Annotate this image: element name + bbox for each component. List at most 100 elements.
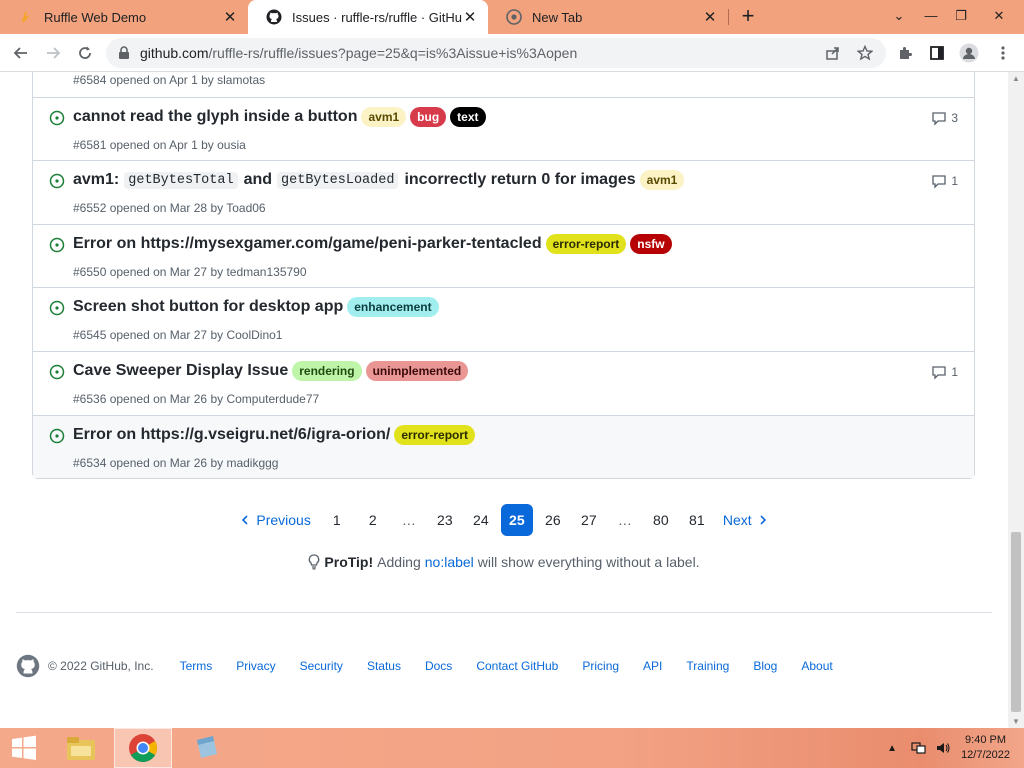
restore-button[interactable]: ❐ bbox=[946, 2, 976, 30]
chrome-menu-icon[interactable] bbox=[990, 40, 1016, 66]
new-tab-button[interactable]: + bbox=[736, 4, 760, 30]
close-window-button[interactable]: ✕ bbox=[984, 2, 1014, 30]
issue-label[interactable]: error-report bbox=[545, 233, 627, 254]
footer-link-pricing[interactable]: Pricing bbox=[582, 659, 619, 673]
issue-open-icon bbox=[49, 110, 65, 125]
volume-icon[interactable] bbox=[935, 741, 951, 755]
issue-row[interactable]: #6584 opened on Apr 1 by slamotas bbox=[33, 72, 974, 97]
issue-row[interactable]: avm1: getBytesTotal and getBytesLoaded incor… bbox=[33, 160, 974, 224]
issue-comments-link[interactable]: 3 bbox=[931, 110, 958, 126]
page-link[interactable]: 24 bbox=[465, 504, 497, 536]
page-link[interactable]: 27 bbox=[573, 504, 605, 536]
address-bar[interactable]: github.com/ruffle-rs/ruffle/issues?page=… bbox=[106, 38, 886, 68]
share-icon[interactable] bbox=[820, 40, 846, 66]
tab-new-tab[interactable]: New Tab ✕ bbox=[488, 0, 728, 34]
issue-label[interactable]: avm1 bbox=[361, 106, 407, 127]
issue-label[interactable]: enhancement bbox=[347, 297, 439, 318]
minimize-button[interactable]: — bbox=[916, 2, 946, 30]
footer-link-contact-github[interactable]: Contact GitHub bbox=[476, 659, 558, 673]
issue-title[interactable]: Cave Sweeper Display Issue rendering unimp… bbox=[73, 360, 469, 381]
close-tab-icon[interactable]: ✕ bbox=[702, 8, 718, 26]
issue-row[interactable]: Error on https://g.vseigru.net/6/igra-or… bbox=[33, 414, 974, 479]
issue-row[interactable]: Error on https://mysexgamer.com/game/pen… bbox=[33, 223, 974, 288]
close-tab-icon[interactable]: ✕ bbox=[222, 8, 238, 26]
footer-link-training[interactable]: Training bbox=[686, 659, 729, 673]
show-hidden-icons-icon[interactable]: ▲ bbox=[887, 743, 897, 754]
footer-link-security[interactable]: Security bbox=[300, 659, 343, 673]
issue-title-code: getBytesLoaded bbox=[277, 171, 399, 189]
issue-title[interactable]: avm1: getBytesTotal and getBytesLoaded incor… bbox=[73, 170, 685, 191]
previous-page-link[interactable]: Previous bbox=[234, 504, 316, 536]
extensions-icon[interactable] bbox=[892, 40, 918, 66]
issue-label[interactable]: error-report bbox=[394, 424, 476, 445]
footer-link-status[interactable]: Status bbox=[367, 659, 401, 673]
issue-title[interactable]: cannot read the glyph inside a button avm… bbox=[73, 106, 486, 127]
issue-meta: #6552 opened on Mar 28 by Toad06 bbox=[73, 201, 266, 216]
issue-row[interactable]: Screen shot button for desktop app enhanc… bbox=[33, 287, 974, 351]
footer-link-docs[interactable]: Docs bbox=[425, 659, 452, 673]
tab-ruffle-web-demo[interactable]: Ruffle Web Demo ✕ bbox=[0, 0, 248, 34]
issue-meta: #6584 opened on Apr 1 by slamotas bbox=[73, 73, 266, 87]
issue-meta: #6536 opened on Mar 26 by Computerdude77 bbox=[73, 391, 320, 406]
tab-search-icon[interactable]: ⌄ bbox=[884, 2, 914, 30]
issue-comments-link[interactable]: 1 bbox=[931, 364, 958, 380]
page-link[interactable]: 81 bbox=[681, 504, 713, 536]
scroll-up-arrow-icon[interactable]: ▲ bbox=[1011, 74, 1021, 83]
issue-title[interactable]: Error on https://g.vseigru.net/6/igra-or… bbox=[73, 424, 476, 445]
issue-title[interactable]: Screen shot button for desktop app enhanc… bbox=[73, 297, 439, 318]
issue-label[interactable]: unimplemented bbox=[365, 360, 469, 381]
windows-logo-icon bbox=[12, 735, 36, 760]
page-link[interactable]: 26 bbox=[537, 504, 569, 536]
issue-title[interactable]: Error on https://mysexgamer.com/game/pen… bbox=[73, 233, 672, 254]
page-link[interactable]: 2 bbox=[357, 504, 389, 536]
footer-link-terms[interactable]: Terms bbox=[180, 659, 213, 673]
footer-divider bbox=[16, 612, 992, 613]
reload-icon[interactable] bbox=[72, 40, 98, 66]
scrollbar-thumb[interactable] bbox=[1011, 532, 1021, 712]
file-explorer-taskbar-icon[interactable] bbox=[56, 728, 106, 768]
next-page-link[interactable]: Next bbox=[717, 504, 774, 536]
scroll-down-arrow-icon[interactable]: ▼ bbox=[1011, 717, 1021, 726]
light-bulb-icon bbox=[309, 554, 320, 570]
issue-meta: #6550 opened on Mar 27 by tedman135790 bbox=[73, 264, 307, 279]
footer-link-about[interactable]: About bbox=[801, 659, 832, 673]
side-panel-icon[interactable] bbox=[924, 40, 950, 66]
issue-label[interactable]: nsfw bbox=[630, 233, 672, 254]
ruffle-icon bbox=[18, 9, 34, 25]
next-label: Next bbox=[722, 512, 752, 528]
issue-title-text: cannot read the glyph inside a button bbox=[73, 107, 358, 125]
page-link[interactable]: 23 bbox=[429, 504, 461, 536]
page-link[interactable]: 80 bbox=[645, 504, 677, 536]
notepad-taskbar-icon[interactable] bbox=[178, 728, 234, 768]
issue-row[interactable]: Cave Sweeper Display Issue rendering unimp… bbox=[33, 350, 974, 415]
pagination-gap: … bbox=[617, 512, 632, 528]
taskbar-clock[interactable]: 9:40 PM 12/7/2022 bbox=[961, 733, 1010, 763]
footer-link-api[interactable]: API bbox=[643, 659, 662, 673]
forward-icon[interactable] bbox=[40, 40, 66, 66]
no-label-link[interactable]: no:label bbox=[425, 554, 474, 570]
issue-label[interactable]: rendering bbox=[292, 360, 362, 381]
chrome-taskbar-icon[interactable] bbox=[114, 728, 172, 768]
browser-toolbar: github.com/ruffle-rs/ruffle/issues?page=… bbox=[0, 34, 1024, 72]
page-link[interactable]: 1 bbox=[321, 504, 353, 536]
comment-count: 1 bbox=[951, 364, 958, 379]
github-icon bbox=[266, 9, 282, 25]
issue-comments-link[interactable]: 1 bbox=[931, 173, 958, 189]
github-logo-icon[interactable] bbox=[16, 654, 40, 678]
start-button[interactable] bbox=[0, 728, 48, 768]
footer-link-blog[interactable]: Blog bbox=[753, 659, 777, 673]
vertical-scrollbar[interactable]: ▲ ▼ bbox=[1008, 72, 1024, 728]
issue-label[interactable]: text bbox=[450, 106, 486, 127]
issue-row[interactable]: cannot read the glyph inside a button avm… bbox=[33, 96, 974, 161]
back-icon[interactable] bbox=[8, 40, 34, 66]
issue-label[interactable]: bug bbox=[410, 106, 447, 127]
issue-title-text: Screen shot button for desktop app bbox=[73, 298, 344, 316]
tab-github-issues[interactable]: Issues · ruffle-rs/ruffle · GitHub ✕ bbox=[248, 0, 488, 34]
bookmark-star-icon[interactable] bbox=[852, 40, 878, 66]
network-icon[interactable] bbox=[911, 741, 927, 755]
issue-label[interactable]: avm1 bbox=[639, 170, 685, 191]
profile-avatar-icon[interactable] bbox=[956, 40, 982, 66]
windows-taskbar: ▲ 9:40 PM 12/7/2022 bbox=[0, 728, 1024, 768]
close-tab-icon[interactable]: ✕ bbox=[462, 8, 478, 26]
footer-link-privacy[interactable]: Privacy bbox=[236, 659, 275, 673]
